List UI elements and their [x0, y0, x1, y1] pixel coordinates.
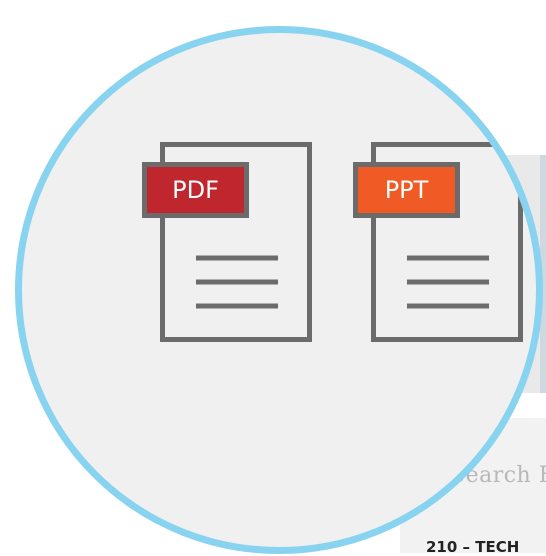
ppt-label: PPT — [353, 162, 460, 218]
pdf-file-icon: PDF — [142, 142, 312, 342]
document-title[interactable]: 210 – TECH — [426, 538, 519, 556]
ppt-file-icon: PPT — [353, 142, 523, 342]
pdf-label: PDF — [142, 162, 249, 218]
file-types-circle: PDF PPT — [15, 26, 543, 554]
